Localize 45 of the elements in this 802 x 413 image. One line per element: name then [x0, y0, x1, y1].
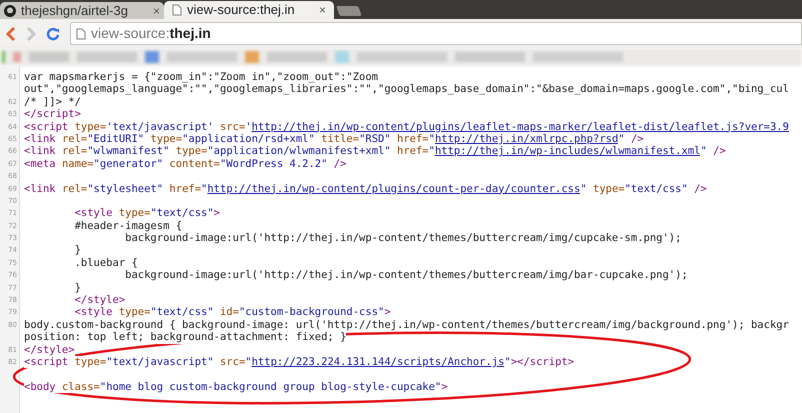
source-link[interactable]: http://thej.in/wp-includes/wlwmanifest.xml [434, 145, 700, 158]
attribute-name: type= [118, 306, 150, 319]
attribute-name: href= [397, 132, 429, 146]
tag-text: </script> [24, 108, 81, 121]
attribute-name: type= [593, 182, 625, 195]
attribute-value: "custom-background-css" [238, 306, 384, 319]
address-bar[interactable]: view-source:thej.in [70, 22, 802, 45]
source-text: /* ]]> */ [24, 96, 81, 108]
source-link[interactable]: http://thej.in/wp-content/plugins/count-per-day/counter.css [207, 182, 580, 195]
attribute-name: type= [150, 132, 182, 146]
close-icon[interactable]: × [152, 2, 160, 20]
attribute-name: class= [62, 380, 100, 394]
reload-icon[interactable] [46, 26, 60, 40]
source-text: out","googlemaps_language":"","googlemaps_libraries":"","googlemaps_base_domain":"&base_domain=maps.google.com","bing_cul [24, 83, 789, 96]
browser-tab[interactable]: view-source:thej.in × [164, 1, 334, 19]
tag-text: /> [713, 145, 726, 158]
attribute-name: content= [169, 158, 220, 170]
tag-text: <script [24, 356, 75, 368]
attribute-name: type= [176, 145, 208, 158]
attribute-value: "home blog custom-background group blog-style-cupcake" [100, 380, 442, 394]
new-tab-button[interactable] [336, 6, 362, 16]
tag-text: /> [694, 182, 707, 195]
page-icon [172, 4, 182, 16]
attribute-value: " [504, 356, 511, 368]
source-link[interactable]: http://thej.in/xmlrpc.php?rsd [434, 132, 618, 146]
tag-text: ></script> [510, 356, 574, 368]
url-text: view-source:thej.in [91, 24, 211, 43]
source-text: var mapsmarkerjs = {"zoom_in":"Zoom in","zoom_out":"Zoom [24, 71, 378, 84]
attribute-name: type= [118, 207, 150, 220]
attribute-name: type= [74, 356, 106, 368]
source-text: body.custom-background { background-image: url('http://thej.in/wp-content/themes/buttercream/img/background.png'); backgr [24, 318, 789, 332]
attribute-name: href= [169, 182, 202, 195]
source-link[interactable]: http://223.224.131.144/scripts/Anchor.js [252, 356, 504, 368]
attribute-name: title= [321, 132, 360, 146]
attribute-name: rel= [62, 182, 88, 195]
tag-text: <body [24, 380, 62, 394]
close-icon[interactable]: × [318, 1, 326, 19]
attribute-value: "text/css" [150, 207, 214, 220]
page-icon [76, 28, 86, 40]
browser-tab[interactable]: thejeshgn/airtel-3g × [0, 2, 164, 19]
source-text: position: top left; background-attachment: fixed; } [24, 331, 346, 344]
attribute-name: type= [74, 120, 106, 133]
source-link[interactable]: http://thej.in/wp-content/plugins/leaflet-maps-marker/leaflet-dist/leaflet.js?ver=3.9 [252, 120, 789, 133]
back-icon[interactable] [6, 26, 16, 40]
tag-text: </style> [24, 344, 75, 356]
